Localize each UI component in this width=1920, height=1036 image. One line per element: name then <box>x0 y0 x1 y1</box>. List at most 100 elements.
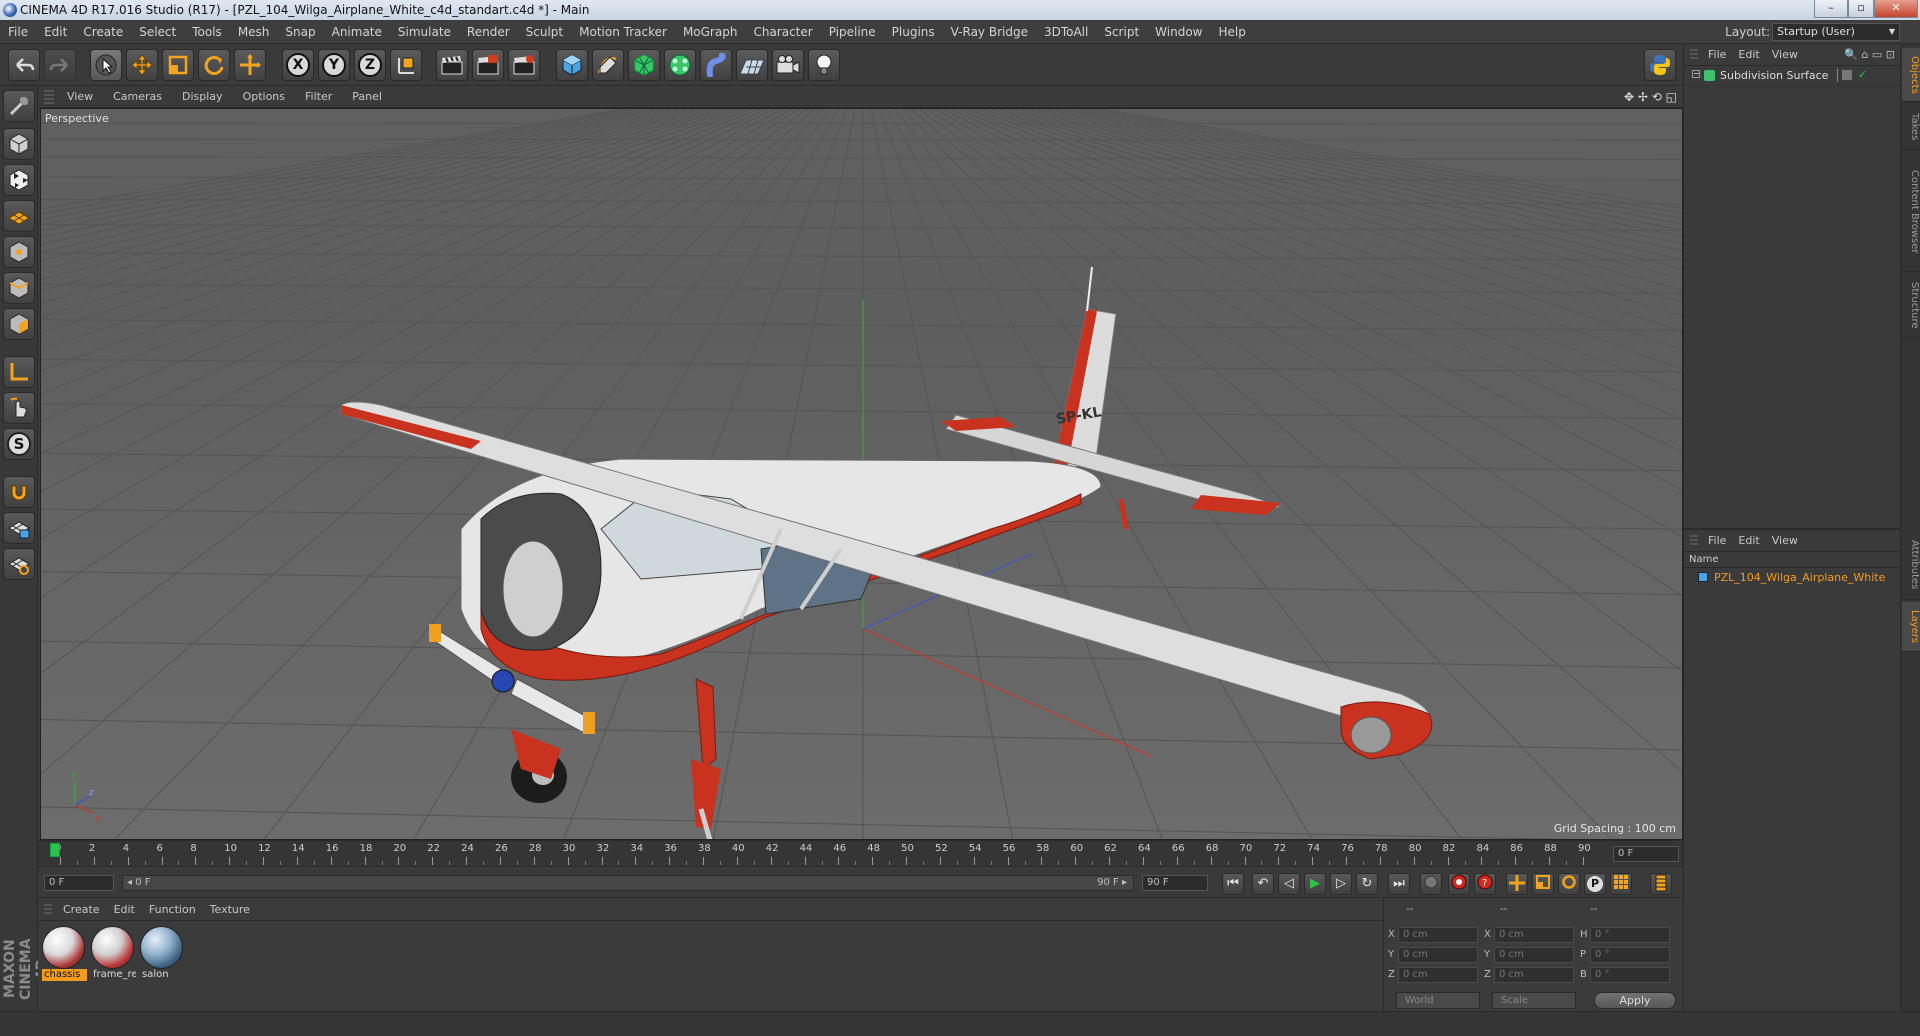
scale-tool[interactable] <box>162 49 194 81</box>
menu-mesh[interactable]: Mesh <box>230 20 278 44</box>
menu-character[interactable]: Character <box>745 20 820 44</box>
object-menu-edit[interactable]: Edit <box>1732 44 1765 66</box>
visibility-dots-icon[interactable] <box>1842 70 1852 80</box>
menu-file[interactable]: File <box>0 20 36 44</box>
timeline-window-button[interactable] <box>1650 873 1672 895</box>
size-y-field[interactable]: 0 cm <box>1494 947 1574 963</box>
timeline-ruler[interactable]: 0246810121416182022242628303234363840424… <box>38 840 1683 866</box>
tweak-mode-button[interactable] <box>3 392 35 424</box>
live-selection-tool[interactable] <box>90 49 122 81</box>
menu-script[interactable]: Script <box>1096 20 1147 44</box>
transform-tool[interactable] <box>234 49 266 81</box>
viewport-menu-view[interactable]: View <box>56 86 102 108</box>
y-axis-lock-button[interactable]: Y <box>318 49 350 81</box>
perspective-viewport[interactable]: SP-KL y x z Perspective Grid Spacing: 1… <box>40 108 1683 840</box>
edges-mode-button[interactable] <box>3 272 35 304</box>
rotation-h-field[interactable]: 0 ° <box>1590 927 1670 943</box>
menu-window[interactable]: Window <box>1147 20 1210 44</box>
viewport-menu-cameras[interactable]: Cameras <box>102 86 171 108</box>
menu-tools[interactable]: Tools <box>184 20 230 44</box>
rotation-p-field[interactable]: 0 ° <box>1590 947 1670 963</box>
magnet-tool-button[interactable] <box>3 476 35 508</box>
menu-mograph[interactable]: MoGraph <box>675 20 746 44</box>
add-spline-pen-button[interactable] <box>592 49 624 81</box>
workplane-mode-button[interactable] <box>3 200 35 232</box>
enabled-check-icon[interactable]: ✓ <box>1858 68 1867 81</box>
close-button[interactable]: ✕ <box>1874 0 1918 18</box>
tab-objects[interactable]: Objects <box>1902 48 1920 102</box>
material-chassis[interactable]: chassis <box>42 926 87 984</box>
previous-frame-button[interactable]: ◁ <box>1278 873 1300 895</box>
add-camera-button[interactable] <box>772 49 804 81</box>
tab-layers[interactable]: Layers <box>1902 602 1920 652</box>
frame-range-slider[interactable]: ◂ 0 F 90 F ▸ <box>122 875 1134 891</box>
next-keyframe-button[interactable]: ↻ <box>1356 873 1378 895</box>
menu-animate[interactable]: Animate <box>324 20 390 44</box>
render-view-button[interactable] <box>436 49 468 81</box>
viewport-menu-options[interactable]: Options <box>232 86 294 108</box>
tab-attributes[interactable]: Attributes <box>1902 530 1920 600</box>
size-z-field[interactable]: 0 cm <box>1494 967 1574 983</box>
rotation-b-field[interactable]: 0 ° <box>1590 967 1670 983</box>
menu-select[interactable]: Select <box>131 20 184 44</box>
add-light-button[interactable] <box>808 49 840 81</box>
object-menu-file[interactable]: File <box>1702 44 1732 66</box>
polygons-mode-button[interactable] <box>3 308 35 340</box>
previous-keyframe-button[interactable]: ↶ <box>1252 873 1274 895</box>
material-menu-function[interactable]: Function <box>142 899 203 921</box>
menu-render[interactable]: Render <box>459 20 518 44</box>
tab-content-browser[interactable]: Content Browser <box>1902 152 1920 272</box>
menu-simulate[interactable]: Simulate <box>390 20 459 44</box>
menu-create[interactable]: Create <box>75 20 131 44</box>
menu-edit[interactable]: Edit <box>36 20 75 44</box>
lock-workplane-button[interactable] <box>3 512 35 544</box>
position-x-field[interactable]: 0 cm <box>1398 927 1478 943</box>
next-frame-button[interactable]: ▷ <box>1330 873 1352 895</box>
tab-structure[interactable]: Structure <box>1902 274 1920 338</box>
object-menu-view[interactable]: View <box>1766 44 1804 66</box>
key-parameter-button[interactable]: P <box>1584 873 1606 895</box>
model-mode-button[interactable] <box>3 128 35 160</box>
maximize-button[interactable]: ▫ <box>1848 0 1874 18</box>
material-menu-edit[interactable]: Edit <box>107 899 142 921</box>
end-frame-field[interactable]: 90 F <box>1142 875 1208 891</box>
minimize-button[interactable]: – <box>1814 0 1848 18</box>
x-axis-lock-button[interactable]: X <box>282 49 314 81</box>
viewport-menu-display[interactable]: Display <box>171 86 232 108</box>
position-z-field[interactable]: 0 cm <box>1398 967 1478 983</box>
go-to-end-button[interactable]: ⏭ <box>1388 873 1410 895</box>
key-rotation-button[interactable] <box>1558 873 1580 895</box>
redo-button[interactable] <box>44 49 76 81</box>
go-to-start-button[interactable]: ⏮ <box>1222 873 1244 895</box>
start-frame-field[interactable]: 0 F <box>44 875 114 891</box>
menu-sculpt[interactable]: Sculpt <box>518 20 571 44</box>
layout-dropdown[interactable]: Startup (User) ▼ <box>1772 23 1900 41</box>
viewport-navigation-icons[interactable]: ✥ ✢ ⟲ ◱ <box>1624 86 1683 108</box>
menu-pipeline[interactable]: Pipeline <box>821 20 884 44</box>
menu-3dtoall[interactable]: 3DToAll <box>1036 20 1096 44</box>
render-settings-button[interactable] <box>508 49 540 81</box>
viewport-menu-panel[interactable]: Panel <box>341 86 391 108</box>
key-scale-button[interactable] <box>1532 873 1554 895</box>
make-editable-button[interactable] <box>3 90 35 122</box>
snapping-button[interactable]: S <box>3 428 35 460</box>
planar-workplane-button[interactable] <box>3 548 35 580</box>
menu-help[interactable]: Help <box>1210 20 1253 44</box>
timeline-playhead[interactable] <box>50 843 60 857</box>
menu-vray-bridge[interactable]: V-Ray Bridge <box>943 20 1036 44</box>
render-to-picture-viewer-button[interactable] <box>472 49 504 81</box>
enable-axis-button[interactable] <box>3 356 35 388</box>
z-axis-lock-button[interactable]: Z <box>354 49 386 81</box>
add-deformer-button[interactable] <box>700 49 732 81</box>
rotate-tool[interactable] <box>198 49 230 81</box>
add-cube-button[interactable] <box>556 49 588 81</box>
menu-plugins[interactable]: Plugins <box>884 20 943 44</box>
play-button[interactable]: ▶ <box>1304 873 1326 895</box>
coordinate-system-button[interactable] <box>390 49 422 81</box>
add-mograph-cloner-button[interactable] <box>664 49 696 81</box>
layer-menu-view[interactable]: View <box>1766 530 1804 552</box>
key-position-button[interactable] <box>1506 873 1528 895</box>
object-row-subdivision-surface[interactable]: − Subdivision Surface │ ✓ <box>1684 66 1901 86</box>
size-x-field[interactable]: 0 cm <box>1494 927 1574 943</box>
undo-button[interactable] <box>8 49 40 81</box>
